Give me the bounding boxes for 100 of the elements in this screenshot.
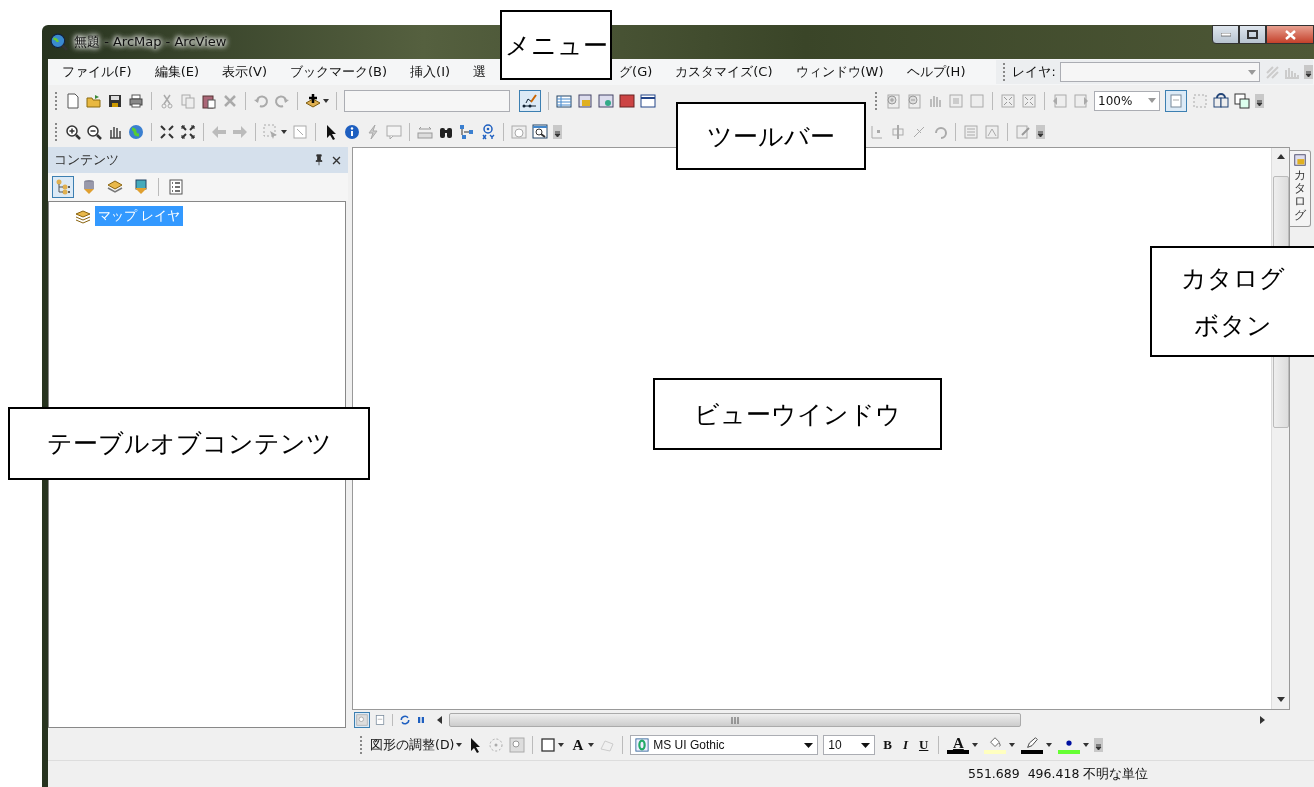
page-view-button[interactable] xyxy=(1165,89,1187,112)
caret-icon[interactable] xyxy=(1083,743,1090,747)
globe-icon[interactable] xyxy=(128,123,144,140)
close-icon xyxy=(1284,29,1296,40)
layer-label: レイヤ: xyxy=(1012,63,1056,81)
arrows-out-icon[interactable] xyxy=(180,123,196,140)
info-icon[interactable] xyxy=(344,123,360,140)
caret-icon[interactable] xyxy=(588,743,595,747)
layout-change-icon[interactable] xyxy=(1234,92,1250,109)
caret-icon xyxy=(861,742,871,748)
menu-item[interactable]: ヘルプ(H) xyxy=(902,61,970,83)
caret-icon[interactable] xyxy=(281,129,287,134)
menu-item[interactable]: グ(G) xyxy=(615,61,657,83)
close-button[interactable] xyxy=(1266,25,1314,44)
zoom-in-icon[interactable] xyxy=(65,123,81,140)
left-arrow-icon[interactable] xyxy=(437,716,443,724)
grip-icon xyxy=(730,716,740,724)
menu-item[interactable]: 挿入(I) xyxy=(406,61,455,83)
selection-layer-icon xyxy=(133,179,149,195)
page-arrows-out-icon[interactable] xyxy=(1021,92,1037,109)
pen-icon xyxy=(1025,736,1040,750)
list-view-tab[interactable] xyxy=(52,176,74,198)
window-title: 無題 - ArcMap - ArcView xyxy=(74,33,227,51)
fill-color-button[interactable] xyxy=(983,736,1008,754)
rectangle-icon[interactable] xyxy=(540,737,557,753)
caret-icon[interactable] xyxy=(972,743,979,747)
font-size-dropdown[interactable]: 10 xyxy=(823,735,876,755)
add-data-icon[interactable] xyxy=(305,92,321,109)
layer-stack-icon xyxy=(75,208,91,224)
python-window-icon[interactable] xyxy=(640,92,656,109)
chevron-icon[interactable] xyxy=(553,124,562,139)
catalog-tab[interactable]: カタログ xyxy=(1290,150,1311,227)
bold-button[interactable]: B xyxy=(880,737,895,753)
chevron-icon[interactable] xyxy=(1255,93,1264,108)
pin-icon[interactable] xyxy=(313,154,325,166)
globe-magnifier-icon xyxy=(50,33,68,51)
layers-icon xyxy=(107,179,123,195)
menu-item[interactable]: カスタマイズ(C) xyxy=(671,61,777,83)
target-icon[interactable] xyxy=(480,123,496,140)
layer-dropdown[interactable] xyxy=(1059,62,1260,82)
toolbox-icon[interactable] xyxy=(619,92,635,109)
menu-item[interactable]: ファイル(F) xyxy=(58,61,136,83)
page-arrows-in-icon[interactable] xyxy=(1000,92,1016,109)
minimize-button[interactable] xyxy=(1212,25,1239,44)
menu-item[interactable]: ウィンドウ(W) xyxy=(791,61,888,83)
clear-selection-icon[interactable] xyxy=(292,123,308,140)
caret-icon[interactable] xyxy=(323,98,329,103)
data-frame-icon[interactable] xyxy=(1213,92,1229,109)
coordinates-text: 551.689 496.418 不明な単位 xyxy=(968,765,1149,783)
up-arrow-icon[interactable] xyxy=(1276,154,1285,160)
caret-icon xyxy=(1148,98,1156,103)
maximize-icon xyxy=(1247,30,1258,39)
caret-icon[interactable] xyxy=(1009,743,1016,747)
route-icon[interactable] xyxy=(459,123,475,140)
down-arrow-icon[interactable] xyxy=(1276,697,1285,703)
magnifier-window-icon[interactable] xyxy=(532,123,548,140)
edit-sheet-icon[interactable] xyxy=(1015,123,1031,140)
menu-item[interactable]: ブックマーク(B) xyxy=(286,61,392,83)
font-dropdown[interactable]: MS UI Gothic xyxy=(630,735,819,755)
save-icon[interactable] xyxy=(107,92,123,109)
chevron-icon[interactable] xyxy=(1036,124,1045,139)
underline-button[interactable]: U xyxy=(915,737,932,753)
new-text-tool[interactable]: A xyxy=(569,736,587,754)
font-color-button[interactable]: A xyxy=(946,736,971,754)
page-view-icon[interactable] xyxy=(374,714,386,726)
zoom-out-icon[interactable] xyxy=(86,123,102,140)
close-icon[interactable] xyxy=(331,154,342,166)
right-arrow-icon[interactable] xyxy=(1260,716,1266,724)
caret-icon[interactable] xyxy=(558,743,565,747)
caret-icon[interactable] xyxy=(456,743,463,747)
scale-field[interactable] xyxy=(344,89,510,112)
italic-button[interactable]: I xyxy=(899,737,911,753)
page-zoom-in-icon[interactable] xyxy=(885,92,901,109)
catalog-icon[interactable] xyxy=(577,92,593,109)
open-folder-icon[interactable] xyxy=(86,92,102,109)
menu-item[interactable]: 選 xyxy=(469,61,491,83)
callout-text: ビューウインドウ xyxy=(694,398,901,431)
zoom-dropdown[interactable]: 100% xyxy=(1094,90,1160,111)
chevron-icon[interactable] xyxy=(1094,738,1104,752)
table-icon[interactable] xyxy=(556,92,572,109)
clock-window-icon[interactable] xyxy=(511,123,527,140)
page-zoom-out-icon[interactable] xyxy=(906,92,922,109)
editor-toolbar-button[interactable] xyxy=(519,89,541,112)
layer-tree-icon xyxy=(55,179,71,195)
paste-icon[interactable] xyxy=(201,92,217,109)
drawing-menu[interactable]: 図形の調整(D) xyxy=(370,736,455,754)
printer-icon[interactable] xyxy=(128,92,144,109)
refresh-icon[interactable] xyxy=(399,714,411,726)
font-type-icon xyxy=(635,738,650,752)
callout-text: ボタン xyxy=(1194,309,1272,342)
menu-item[interactable]: 編集(E) xyxy=(150,61,203,83)
new-document-icon[interactable] xyxy=(65,92,81,109)
caret-icon[interactable] xyxy=(1046,743,1053,747)
maximize-button[interactable] xyxy=(1239,25,1266,44)
pause-icon[interactable] xyxy=(415,714,427,726)
search-window-icon[interactable] xyxy=(598,92,614,109)
menu-item[interactable]: 表示(V) xyxy=(218,61,272,83)
arrows-in-icon[interactable] xyxy=(159,123,175,140)
line-color-button[interactable] xyxy=(1020,736,1045,754)
chevron-icon[interactable] xyxy=(1303,65,1313,79)
